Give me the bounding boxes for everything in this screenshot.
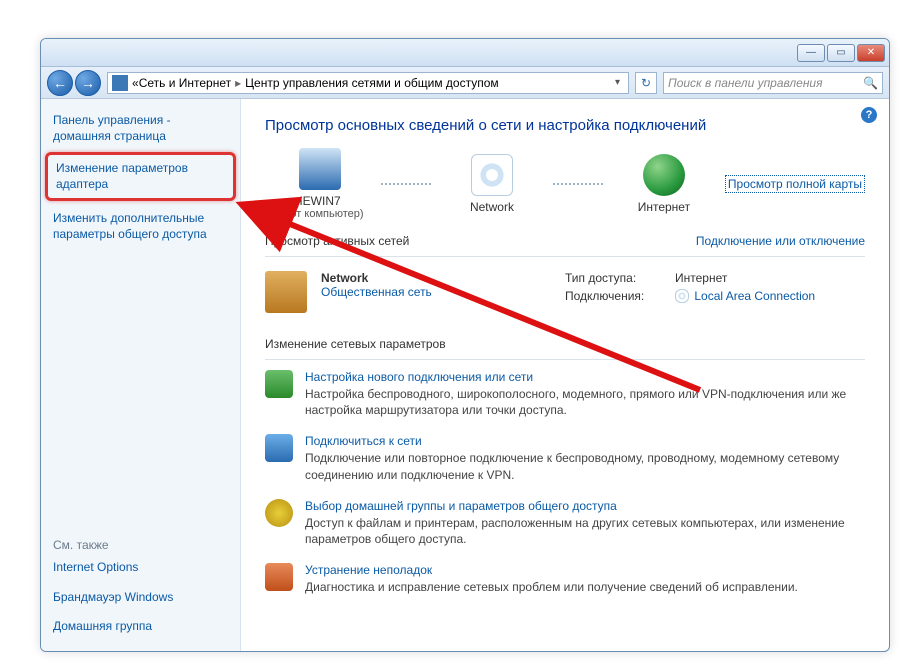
divider [265,359,865,360]
highlight-adapter-settings: Изменение параметров адаптера [45,152,236,201]
connect-icon [265,434,293,462]
task-new-connection: Настройка нового подключения или сети На… [265,370,865,418]
search-input[interactable]: Поиск в панели управления 🔍 [663,72,883,94]
breadcrumb[interactable]: « Сеть и Интернет ▸ Центр управления сет… [107,72,629,94]
globe-icon [643,154,685,196]
map-internet-name: Интернет [609,200,719,214]
breadcrumb-item[interactable]: Центр управления сетями и общим доступом [245,76,499,90]
map-network-name: Network [437,200,547,214]
task-troubleshoot: Устранение неполадок Диагностика и испра… [265,563,865,595]
connection-icon [675,289,689,303]
sidebar-advanced-sharing-link[interactable]: Изменить дополнительные параметры общего… [53,211,228,242]
change-settings-title: Изменение сетевых параметров [265,337,865,351]
breadcrumb-item[interactable]: Сеть и Интернет [139,76,231,90]
maximize-button[interactable]: ▭ [827,44,855,62]
troubleshoot-icon [265,563,293,591]
sidebar-footer: См. также Internet Options Брандмауэр Wi… [53,538,228,635]
network-map: IEWIN7 (этот компьютер) Network Интернет… [265,148,865,220]
map-internet: Интернет [609,154,719,214]
map-pc-sub: (этот компьютер) [265,208,375,220]
network-icon [471,154,513,196]
connection-link[interactable]: Local Area Connection [694,289,815,303]
content: ? Просмотр основных сведений о сети и на… [241,99,889,651]
titlebar: — ▭ ✕ [41,39,889,67]
computer-icon [299,148,341,190]
map-network: Network [437,154,547,214]
sidebar-home-link[interactable]: Панель управления - домашняя страница [53,113,228,144]
task-link[interactable]: Настройка нового подключения или сети [305,370,865,384]
task-connect-network: Подключиться к сети Подключение или повт… [265,434,865,482]
help-icon[interactable]: ? [861,107,877,123]
network-type-link[interactable]: Общественная сеть [321,285,432,299]
sidebar-adapter-settings-link[interactable]: Изменение параметров адаптера [56,161,225,192]
control-panel-icon [112,75,128,91]
see-also-header: См. также [53,538,228,552]
window: — ▭ ✕ ← → « Сеть и Интернет ▸ Центр упра… [40,38,890,652]
task-link[interactable]: Устранение неполадок [305,563,798,577]
map-connector [381,183,431,185]
full-map-link[interactable]: Просмотр полной карты [725,175,865,193]
map-connector [553,183,603,185]
sidebar-internet-options-link[interactable]: Internet Options [53,560,228,576]
task-homegroup: Выбор домашней группы и параметров общег… [265,499,865,547]
refresh-button[interactable]: ↻ [635,72,657,94]
prop-conn-key: Подключения: [565,289,665,303]
task-desc: Диагностика и исправление сетевых пробле… [305,579,798,595]
plug-icon [265,370,293,398]
page-title: Просмотр основных сведений о сети и наст… [265,117,865,134]
sidebar-homegroup-link[interactable]: Домашняя группа [53,619,228,635]
address-bar: ← → « Сеть и Интернет ▸ Центр управления… [41,67,889,99]
close-button[interactable]: ✕ [857,44,885,62]
breadcrumb-prefix: « [132,76,139,90]
back-button[interactable]: ← [47,70,73,96]
map-pc-name: IEWIN7 [265,194,375,208]
task-desc: Доступ к файлам и принтерам, расположенн… [305,515,865,547]
homegroup-icon [265,499,293,527]
sidebar-firewall-link[interactable]: Брандмауэр Windows [53,590,228,606]
network-properties: Тип доступа: Интернет Подключения: Local… [565,271,865,307]
bench-icon [265,271,307,313]
breadcrumb-sep: ▸ [235,76,241,90]
connect-disconnect-link[interactable]: Подключение или отключение [696,234,865,248]
map-this-pc: IEWIN7 (этот компьютер) [265,148,375,220]
prop-access-value: Интернет [675,271,727,285]
search-placeholder: Поиск в панели управления [668,76,823,90]
task-link[interactable]: Подключиться к сети [305,434,865,448]
task-link[interactable]: Выбор домашней группы и параметров общег… [305,499,865,513]
task-desc: Подключение или повторное подключение к … [305,450,865,482]
minimize-button[interactable]: — [797,44,825,62]
network-name: Network [321,271,432,285]
forward-button[interactable]: → [75,70,101,96]
search-icon: 🔍 [863,76,878,90]
task-desc: Настройка беспроводного, широкополосного… [305,386,865,418]
prop-access-key: Тип доступа: [565,271,665,285]
active-networks-title: Просмотр активных сетей Подключение или … [265,234,865,248]
sidebar: Панель управления - домашняя страница Из… [41,99,241,651]
breadcrumb-dropdown-icon[interactable]: ▾ [611,77,624,88]
active-network-item: Network Общественная сеть Тип доступа: И… [265,267,865,323]
divider [265,256,865,257]
